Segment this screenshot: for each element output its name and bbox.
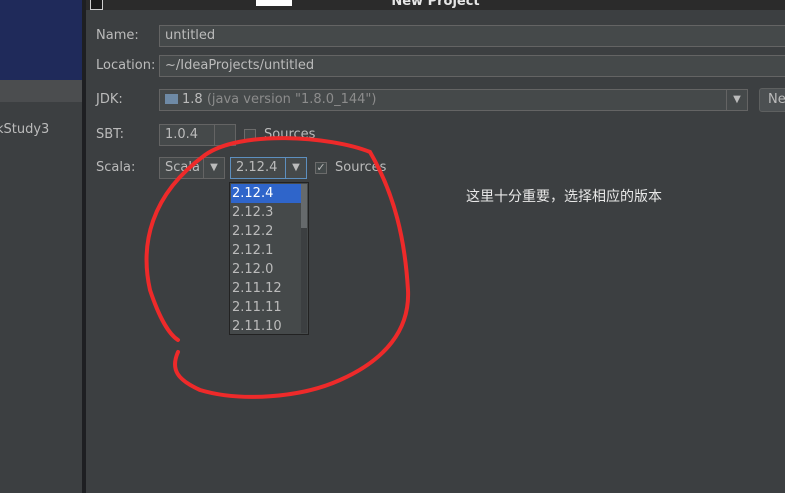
annotation-circle [144,136,411,399]
